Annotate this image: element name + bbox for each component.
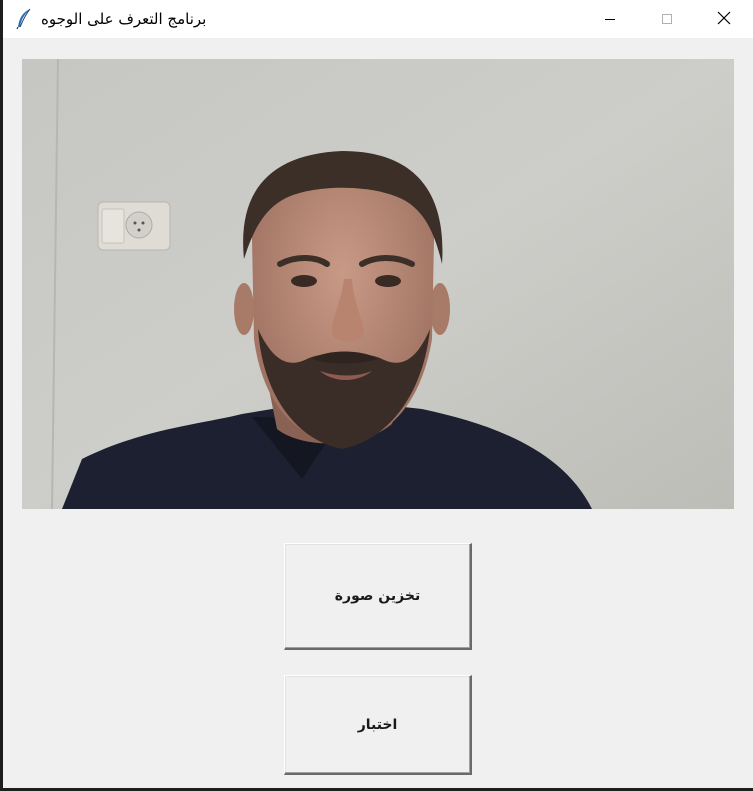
- close-icon: [717, 10, 731, 29]
- test-button[interactable]: اختبار: [284, 675, 472, 775]
- maximize-icon: [661, 10, 673, 29]
- window-title: برنامج التعرف على الوجوه: [41, 10, 207, 28]
- minimize-icon: [604, 10, 616, 29]
- save-image-button[interactable]: تخزين صورة: [284, 543, 472, 650]
- app-window: برنامج التعرف على الوجوه تخزين صورة اختب…: [0, 0, 753, 791]
- wall-outlet: [97, 201, 171, 251]
- title-bar[interactable]: برنامج التعرف على الوجوه: [3, 0, 753, 38]
- feather-icon: [15, 8, 33, 30]
- camera-feed: [22, 59, 734, 509]
- close-button[interactable]: [701, 0, 747, 38]
- minimize-button[interactable]: [587, 0, 633, 38]
- maximize-button[interactable]: [644, 0, 690, 38]
